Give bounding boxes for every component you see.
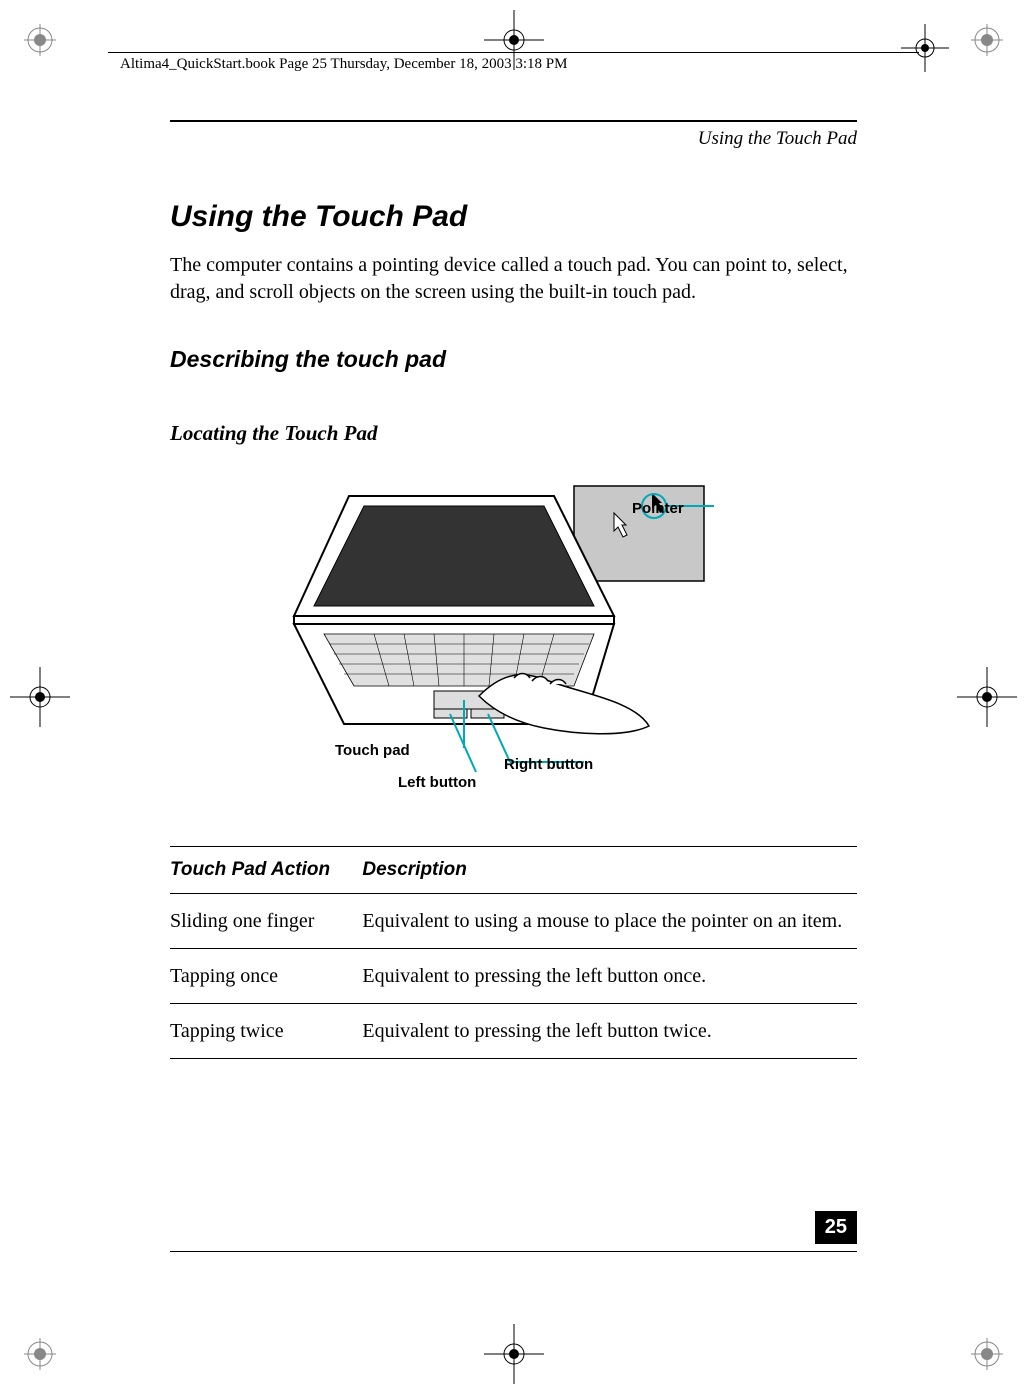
- table-row: Tapping twice Equivalent to pressing the…: [170, 1004, 857, 1059]
- header-metadata: Altima4_QuickStart.book Page 25 Thursday…: [120, 56, 567, 73]
- intro-paragraph: The computer contains a pointing device …: [170, 252, 857, 306]
- page-title: Using the Touch Pad: [170, 200, 857, 234]
- registration-mark-icon: [901, 24, 949, 72]
- table-cell-action: Sliding one finger: [170, 894, 362, 949]
- table-header-row: Touch Pad Action Description: [170, 847, 857, 894]
- laptop-touchpad-illustration-icon: [254, 476, 774, 776]
- registration-mark-icon: [957, 667, 1017, 727]
- touchpad-action-table: Touch Pad Action Description Sliding one…: [170, 846, 857, 1059]
- figure-label-left-button: Left button: [398, 774, 476, 791]
- crop-mark-icon: [971, 1338, 1003, 1370]
- table-cell-desc: Equivalent to pressing the left button o…: [362, 949, 857, 1004]
- table-cell-action: Tapping once: [170, 949, 362, 1004]
- content-area: Using the Touch Pad Using the Touch Pad …: [170, 120, 857, 1274]
- crop-mark-icon: [24, 24, 56, 56]
- figure-label-touchpad: Touch pad: [335, 742, 410, 759]
- registration-mark-icon: [10, 667, 70, 727]
- table-row: Sliding one finger Equivalent to using a…: [170, 894, 857, 949]
- crop-mark-icon: [971, 24, 1003, 56]
- table-cell-desc: Equivalent to pressing the left button t…: [362, 1004, 857, 1059]
- subheading: Describing the touch pad: [170, 346, 857, 373]
- running-head: Using the Touch Pad: [170, 128, 857, 150]
- bottom-rule: [170, 1251, 857, 1252]
- table-row: Tapping once Equivalent to pressing the …: [170, 949, 857, 1004]
- table-header-desc: Description: [362, 847, 857, 894]
- figure-label-right-button: Right button: [504, 756, 593, 773]
- touchpad-figure: Pointer Touch pad Left button Right butt…: [170, 476, 857, 806]
- page-number: 25: [815, 1211, 857, 1244]
- subsubheading: Locating the Touch Pad: [170, 421, 857, 446]
- table-cell-desc: Equivalent to using a mouse to place the…: [362, 894, 857, 949]
- top-rule: [170, 120, 857, 122]
- table-cell-action: Tapping twice: [170, 1004, 362, 1059]
- header-rule: [108, 52, 919, 53]
- table-header-action: Touch Pad Action: [170, 847, 362, 894]
- crop-mark-icon: [24, 1338, 56, 1370]
- figure-label-pointer: Pointer: [632, 500, 684, 517]
- registration-mark-icon: [484, 1324, 544, 1384]
